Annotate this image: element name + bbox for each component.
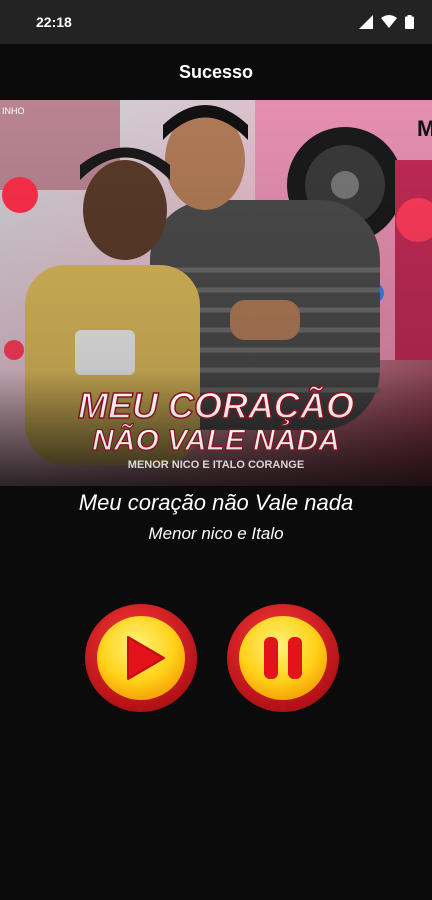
app-title: Sucesso bbox=[178, 61, 254, 82]
track-artist: Menor nico e Italo bbox=[148, 524, 284, 543]
cover-tag-right: M bbox=[417, 116, 432, 141]
play-button[interactable] bbox=[84, 603, 198, 713]
cover-tag-left: INHO bbox=[2, 106, 25, 116]
cover-subline: MENOR NICO E ITALO CORANGE bbox=[128, 459, 304, 471]
wifi-icon bbox=[381, 15, 397, 28]
status-bar: 22:18 bbox=[0, 0, 432, 44]
status-icons bbox=[359, 15, 414, 29]
album-cover: MEU CORAÇÃO NÃO VALE NADA MENOR NICO E I… bbox=[0, 100, 432, 486]
cover-headline-2: NÃO VALE NADA bbox=[92, 423, 340, 457]
status-time: 22:18 bbox=[36, 14, 72, 30]
signal-icon bbox=[359, 15, 373, 29]
app-bar: Sucesso bbox=[0, 44, 432, 100]
cover-headline-1: MEU CORAÇÃO bbox=[78, 384, 354, 426]
track-title: Meu coração não Vale nada bbox=[78, 490, 354, 515]
pause-button[interactable] bbox=[226, 603, 340, 713]
battery-icon bbox=[405, 15, 414, 29]
